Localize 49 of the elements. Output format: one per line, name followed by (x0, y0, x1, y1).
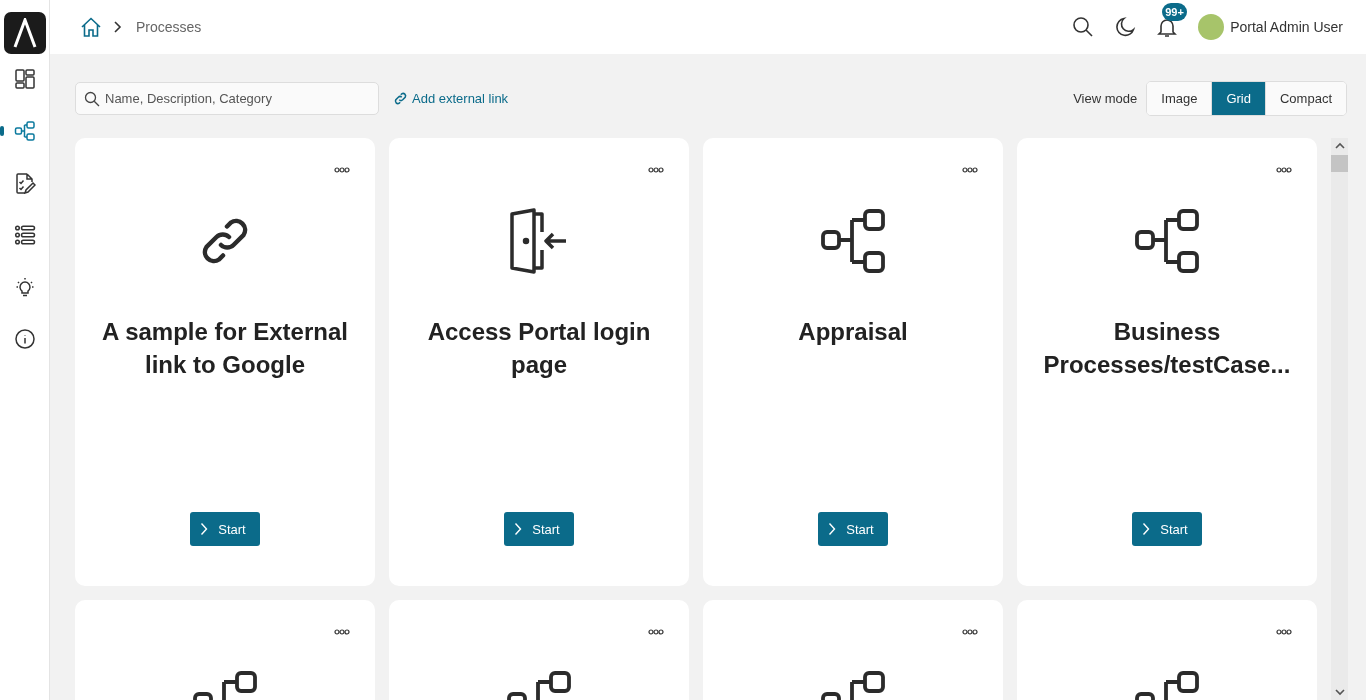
more-icon[interactable] (962, 629, 978, 635)
process-card[interactable]: A sample for External link to Google Start (75, 138, 375, 586)
start-button[interactable]: Start (504, 512, 574, 546)
more-icon[interactable] (962, 167, 978, 173)
more-icon[interactable] (648, 167, 664, 173)
info-icon (13, 328, 36, 350)
chevron-icon (514, 522, 523, 536)
notification-badge: 99+ (1162, 3, 1187, 21)
chevron-icon (200, 522, 209, 536)
start-button[interactable]: Start (190, 512, 260, 546)
add-link[interactable]: Add external link (393, 90, 509, 106)
dashboard-icon (13, 68, 36, 90)
chevron-icon (828, 522, 837, 536)
process-card[interactable]: Appraisal Start (703, 138, 1003, 586)
process-card[interactable]: Access Portal login page Start (389, 138, 689, 586)
breadcrumb-item[interactable]: Processes (136, 19, 202, 35)
search-field[interactable]: Name, Description, Category (75, 81, 379, 115)
view-mode-button[interactable]: Grid (1211, 81, 1265, 115)
more-icon[interactable] (334, 629, 350, 635)
process-card[interactable]: Business Processes/testCase... Start (1017, 138, 1317, 586)
more-icon[interactable] (334, 167, 350, 173)
logo-icon[interactable] (3, 12, 46, 54)
card-title: A sample for External link to Google (101, 317, 349, 380)
chevron-icon (1142, 522, 1151, 536)
user-name[interactable]: Portal Admin User (1230, 19, 1343, 35)
process-icon (1134, 208, 1200, 274)
scrollbar-thumb[interactable] (1331, 155, 1348, 172)
process-icon (13, 120, 36, 142)
scrollbar[interactable] (1331, 138, 1348, 700)
start-button[interactable]: Start (1132, 512, 1202, 546)
more-icon[interactable] (648, 629, 664, 635)
card-title: Access Portal login page (426, 317, 652, 380)
chevron-icon (112, 20, 122, 34)
card-title: Business Processes/testCase... (1042, 317, 1292, 380)
link-icon (393, 90, 408, 106)
view-mode-label: View mode (1073, 90, 1138, 106)
list-icon (13, 224, 36, 246)
scroll-down-icon[interactable] (1334, 688, 1345, 696)
process-icon (820, 208, 886, 274)
search-icon[interactable] (1072, 16, 1095, 38)
home-icon[interactable] (80, 16, 102, 38)
more-icon[interactable] (1276, 167, 1292, 173)
card-title: Appraisal (798, 317, 908, 347)
scroll-up-icon[interactable] (1334, 142, 1345, 150)
moon-icon[interactable] (1114, 16, 1137, 38)
start-button[interactable]: Start (818, 512, 888, 546)
view-mode-button[interactable]: Compact (1264, 81, 1346, 115)
checklist-icon (13, 172, 36, 194)
more-icon[interactable] (1276, 629, 1292, 635)
